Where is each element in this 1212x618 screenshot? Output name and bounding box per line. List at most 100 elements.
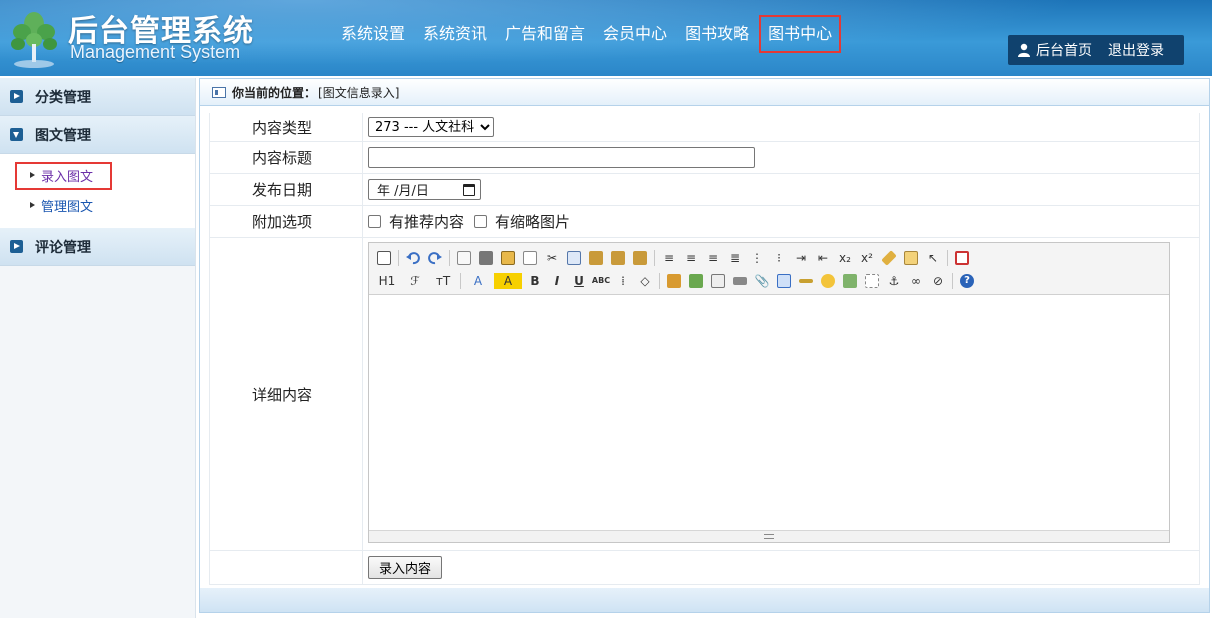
- multi-image-icon[interactable]: [685, 271, 707, 291]
- undo-icon[interactable]: [402, 248, 424, 268]
- italic-icon[interactable]: I: [546, 271, 568, 291]
- form-row-options: 附加选项 有推荐内容 有缩略图片: [209, 206, 1200, 238]
- app-subtitle: Management System: [70, 42, 241, 62]
- sidebar-group-label: 分类管理: [35, 89, 91, 106]
- strikethrough-icon[interactable]: ABC: [590, 271, 612, 291]
- date-placeholder: 年 /月/日: [377, 184, 429, 199]
- cut-icon[interactable]: ✂: [541, 248, 563, 268]
- sidebar-group-label: 图文管理: [35, 127, 91, 144]
- source-icon[interactable]: [373, 248, 395, 268]
- text-color-icon[interactable]: A: [464, 271, 492, 291]
- attachment-icon[interactable]: 📎: [751, 271, 773, 291]
- toolbar-separator: [659, 272, 660, 289]
- link-icon[interactable]: ∞: [905, 271, 927, 291]
- anchor-icon[interactable]: ⚓: [883, 271, 905, 291]
- sidebar-item-add-article[interactable]: 录入图文: [0, 160, 195, 190]
- paste-text-icon[interactable]: [607, 248, 629, 268]
- nav-book-center[interactable]: 图书中心: [759, 15, 842, 53]
- redo-icon[interactable]: [424, 248, 446, 268]
- pointer-icon[interactable]: ↖: [922, 248, 944, 268]
- bold-icon[interactable]: B: [524, 271, 546, 291]
- thumbnail-label: 有缩略图片: [495, 213, 571, 231]
- flash-icon[interactable]: [707, 271, 729, 291]
- clear-format-icon[interactable]: [878, 248, 900, 268]
- emoticon-icon[interactable]: [817, 271, 839, 291]
- page-break-icon[interactable]: [861, 271, 883, 291]
- highlight-color-icon[interactable]: A: [494, 272, 522, 289]
- toolbar-separator: [952, 272, 953, 289]
- align-left-icon[interactable]: ≡: [658, 248, 680, 268]
- unlink-icon[interactable]: ⊘: [927, 271, 949, 291]
- ordered-list-icon[interactable]: ⋮: [746, 248, 768, 268]
- align-center-icon[interactable]: ≡: [680, 248, 702, 268]
- paste-icon[interactable]: [585, 248, 607, 268]
- sidebar-group-category[interactable]: 分类管理: [0, 78, 195, 116]
- form-row-submit: 录入内容: [209, 551, 1200, 585]
- unordered-list-icon[interactable]: ⁝: [768, 248, 790, 268]
- options-label: 附加选项: [209, 206, 363, 237]
- breadcrumb-prefix: 你当前的位置：: [232, 85, 317, 100]
- indent-icon[interactable]: ⇥: [790, 248, 812, 268]
- fullscreen-icon[interactable]: [951, 248, 973, 268]
- font-size-icon[interactable]: тT: [429, 271, 457, 291]
- title-label: 内容标题: [209, 142, 363, 173]
- underline-icon[interactable]: U: [568, 271, 590, 291]
- template-icon[interactable]: [497, 248, 519, 268]
- map-icon[interactable]: [839, 271, 861, 291]
- copy-icon[interactable]: [563, 248, 585, 268]
- submit-label-cell: [209, 551, 363, 584]
- expand-icon: [10, 240, 23, 253]
- outdent-icon[interactable]: ⇤: [812, 248, 834, 268]
- nav-book-guide[interactable]: 图书攻略: [676, 16, 758, 52]
- heading-icon[interactable]: H1: [373, 271, 401, 291]
- logout-link[interactable]: 退出登录: [1108, 40, 1164, 60]
- align-right-icon[interactable]: ≡: [702, 248, 724, 268]
- preview-icon[interactable]: [453, 248, 475, 268]
- submit-button[interactable]: 录入内容: [368, 556, 443, 579]
- print-icon[interactable]: [475, 248, 497, 268]
- media-icon[interactable]: [729, 271, 751, 291]
- select-all-icon[interactable]: [900, 248, 922, 268]
- type-label: 内容类型: [209, 113, 363, 141]
- editor-content-area[interactable]: [369, 295, 1169, 530]
- header-bar: 后台管理系统 Management System 系统设置 系统资讯 广告和留言…: [0, 0, 1212, 76]
- superscript-icon[interactable]: x²: [856, 248, 878, 268]
- help-icon[interactable]: ?: [956, 271, 978, 291]
- date-input[interactable]: 年 /月/日: [368, 179, 481, 200]
- top-nav: 系统设置 系统资讯 广告和留言 会员中心 图书攻略 图书中心: [332, 15, 842, 53]
- detail-label: 详细内容: [209, 238, 363, 550]
- recommend-checkbox[interactable]: [368, 215, 381, 228]
- paste-word-icon[interactable]: [629, 248, 651, 268]
- form-row-date: 发布日期 年 /月/日: [209, 174, 1200, 206]
- title-input[interactable]: [368, 147, 755, 168]
- logo-tree-icon: [11, 12, 57, 68]
- hr-icon[interactable]: [795, 271, 817, 291]
- content-type-select[interactable]: 273 --- 人文社科: [368, 117, 494, 137]
- thumbnail-option[interactable]: 有缩略图片: [474, 211, 570, 232]
- font-family-icon[interactable]: ℱ: [401, 271, 429, 291]
- sidebar-item-manage-articles[interactable]: 管理图文: [0, 190, 195, 220]
- nav-system-settings[interactable]: 系统设置: [332, 16, 414, 52]
- nav-ads-messages[interactable]: 广告和留言: [496, 16, 594, 52]
- nav-system-news[interactable]: 系统资讯: [414, 16, 496, 52]
- image-icon[interactable]: [663, 271, 685, 291]
- editor-resize-handle[interactable]: [369, 530, 1169, 542]
- nav-member-center[interactable]: 会员中心: [594, 16, 676, 52]
- justify-icon[interactable]: ≣: [724, 248, 746, 268]
- toolbar-row-1: ✂ ≡ ≡ ≡ ≣ ⋮ ⁝ ⇥ ⇤ x₂ x² ↖: [373, 246, 1165, 269]
- subscript-icon[interactable]: x₂: [834, 248, 856, 268]
- calendar-icon[interactable]: [463, 184, 475, 196]
- breadcrumb-location: [图文信息录入]: [318, 85, 400, 100]
- sidebar-group-comments[interactable]: 评论管理: [0, 228, 195, 266]
- recommend-option[interactable]: 有推荐内容: [368, 211, 464, 232]
- home-link[interactable]: 后台首页: [1036, 40, 1092, 60]
- remove-format-icon[interactable]: ◇: [634, 271, 656, 291]
- table-icon[interactable]: [773, 271, 795, 291]
- code-icon[interactable]: [519, 248, 541, 268]
- article-form: 内容类型 273 --- 人文社科 内容标题 发布日期 年 /月/日 附加选项 …: [209, 113, 1200, 585]
- line-height-icon[interactable]: ⁞: [612, 271, 634, 291]
- expand-icon: [10, 90, 23, 103]
- breadcrumb: 你当前的位置： [图文信息录入]: [200, 79, 1209, 106]
- thumbnail-checkbox[interactable]: [474, 215, 488, 228]
- sidebar-group-articles[interactable]: 图文管理: [0, 116, 195, 154]
